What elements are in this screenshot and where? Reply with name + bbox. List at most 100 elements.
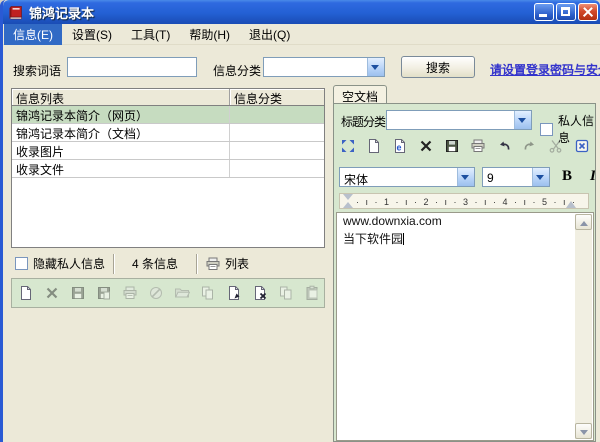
maximize-button[interactable] [556,3,576,21]
tab-empty-document[interactable]: 空文档 [333,85,387,104]
cell-title: 收录图片 [12,142,230,159]
vertical-scrollbar[interactable] [575,214,592,439]
print-list-button[interactable]: 列表 [205,255,249,272]
table-row[interactable]: 锦鸿记录本简介（网页） [12,106,324,124]
dropdown-button[interactable] [514,111,531,129]
hide-private-label: 隐藏私人信息 [33,255,105,272]
app-book-icon [8,4,24,20]
ruler-scale: · ı · 1 · ı · 2 · ı · 3 · ı · 4 · ı · 5 … [356,197,577,207]
table-header: 信息列表 信息分类 [12,89,324,106]
title-category-label: 标题分类 [341,113,385,130]
list-footer: 隐藏私人信息 4 条信息 列表 [11,251,325,276]
svg-text:e: e [397,143,402,153]
chevron-up-icon [580,221,588,226]
menu-item-settings[interactable]: 设置(S) [63,24,121,45]
webpage-icon[interactable]: e [392,138,408,154]
text-cursor [403,233,404,245]
search-keyword-input[interactable] [67,57,197,77]
font-size-value: 9 [487,171,494,185]
close-button[interactable] [578,3,598,21]
paste-icon [304,285,320,301]
hide-private-checkbox-group[interactable]: 隐藏私人信息 [15,255,105,272]
new-document-icon[interactable] [18,285,34,301]
window-controls [532,3,598,21]
delete-icon [44,285,60,301]
search-category-label: 信息分类 [213,62,261,79]
cell-title: 锦鸿记录本简介（文档） [12,124,230,141]
font-family-value: 宋体 [344,171,368,188]
app-window: 锦鸿记录本 信息(E) 设置(S) 工具(T) 帮助(H) 退出(Q) 搜索词语… [0,0,600,442]
delete-icon[interactable] [418,138,434,154]
redo-icon [522,138,538,154]
menu-item-tools[interactable]: 工具(T) [122,24,179,45]
menu-item-help[interactable]: 帮助(H) [180,24,239,45]
cancel-document-icon[interactable] [252,285,268,301]
menu-item-info[interactable]: 信息(E) [4,24,62,45]
cell-title: 收录文件 [12,160,230,177]
column-header-info-category[interactable]: 信息分类 [230,89,324,105]
editor-meta-row: 标题分类 私人信息 [334,109,595,131]
scroll-down-button[interactable] [575,423,592,439]
new-document-icon[interactable] [366,138,382,154]
menu-bar: 信息(E) 设置(S) 工具(T) 帮助(H) 退出(Q) [3,24,600,45]
cell-category [230,124,324,141]
scroll-up-button[interactable] [575,214,592,230]
hanging-indent-marker[interactable] [343,202,353,208]
editor-panel: 标题分类 私人信息 e 宋体 9 B I [333,103,596,442]
undo-icon[interactable] [496,138,512,154]
titlebar[interactable]: 锦鸿记录本 [3,0,600,24]
minimize-button[interactable] [534,3,554,21]
search-keyword-label: 搜索词语 [13,62,61,79]
expand-icon[interactable] [340,138,356,154]
table-row[interactable]: 收录图片 [12,142,324,160]
minimize-icon [539,14,547,17]
security-settings-link[interactable]: 请设置登录密码与安全 [490,61,600,78]
open-folder-icon [174,285,190,301]
cell-category [230,142,324,159]
text-line: 当下软件园 [337,229,593,248]
save-icon [70,285,86,301]
separator [196,254,197,274]
chevron-down-icon [461,175,469,180]
italic-button[interactable]: I [590,168,596,185]
font-family-select[interactable]: 宋体 [339,167,475,187]
private-info-checkbox[interactable] [540,123,553,136]
close-box-icon[interactable] [574,138,590,154]
first-line-indent-marker[interactable] [343,194,353,200]
window-title: 锦鸿记录本 [29,3,94,22]
cell-category [230,106,324,123]
chevron-down-icon [580,430,588,435]
print-icon[interactable] [470,138,486,154]
duplicate-document-icon [200,285,216,301]
cell-category [230,160,324,177]
bold-button[interactable]: B [562,168,572,185]
info-list-table: 信息列表 信息分类 锦鸿记录本简介（网页）锦鸿记录本简介（文档）收录图片收录文件 [11,88,325,248]
column-header-info-list[interactable]: 信息列表 [12,89,230,105]
save-as-icon [96,285,112,301]
chevron-down-icon [518,118,526,123]
font-row: 宋体 9 B I [334,166,595,188]
font-size-select[interactable]: 9 [482,167,550,187]
chevron-down-icon [371,65,379,70]
title-category-select[interactable] [386,110,532,130]
search-button[interactable]: 搜索 [401,56,475,78]
ruler: · ı · 1 · ı · 2 · ı · 3 · ı · 4 · ı · 5 … [339,193,589,209]
separator [113,254,114,274]
dropdown-button[interactable] [532,168,549,186]
dropdown-button[interactable] [367,58,384,76]
copy-icon [278,285,294,301]
table-body: 锦鸿记录本简介（网页）锦鸿记录本简介（文档）收录图片收录文件 [12,106,324,178]
chevron-down-icon [536,175,544,180]
list-toolbar [11,278,325,308]
table-row[interactable]: 收录文件 [12,160,324,178]
menu-item-exit[interactable]: 退出(Q) [240,24,299,45]
table-row[interactable]: 锦鸿记录本简介（文档） [12,124,324,142]
dropdown-button[interactable] [457,168,474,186]
save-icon[interactable] [444,138,460,154]
search-category-select[interactable] [263,57,385,77]
hide-private-checkbox[interactable] [15,257,28,270]
block-icon [148,285,164,301]
editor-toolbar: e [340,138,590,154]
document-text-area[interactable]: www.downxia.com 当下软件园 [336,212,594,441]
edit-document-icon[interactable] [226,285,242,301]
